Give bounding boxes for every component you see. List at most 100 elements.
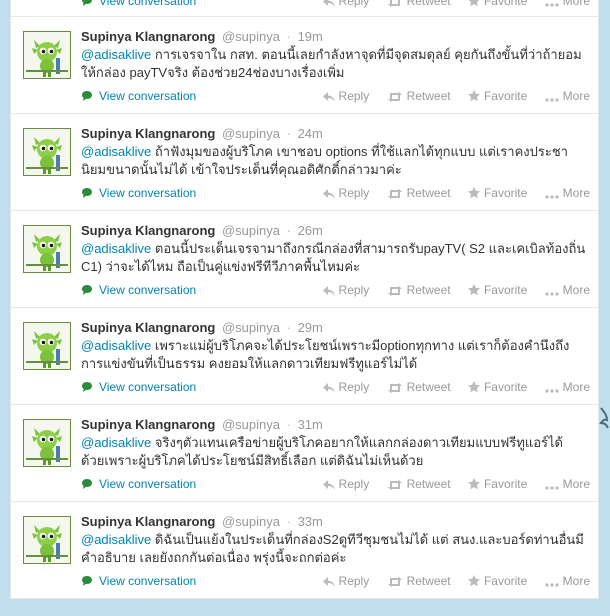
tweet-item[interactable]: Supinya Klangnarong @supinya · 33m @adis… [11,502,598,599]
retweet-action[interactable]: Retweet [387,380,451,394]
tweet-actions: Reply Retweet Favorite More [309,89,590,103]
author-fullname[interactable]: Supinya Klangnarong [81,223,215,238]
view-conversation-link[interactable]: View conversation [81,89,196,103]
mention-link[interactable]: @adisaklive [81,144,151,159]
view-conversation-link[interactable]: View conversation [81,0,196,8]
author-fullname[interactable]: Supinya Klangnarong [81,417,215,432]
tweet-timestamp[interactable]: 33m [298,514,323,529]
favorite-action[interactable]: Favorite [468,0,527,8]
favorite-star-icon [467,284,480,296]
tweet-item[interactable]: Supinya Klangnarong @supinya · 31m @adis… [11,405,598,502]
retweet-action[interactable]: Retweet [387,477,451,491]
mention-link[interactable]: @adisaklive [81,532,151,547]
separator-dot: · [286,223,291,238]
more-action[interactable]: More [545,89,590,103]
tweet-actions: Reply Retweet Favorite More [309,477,590,491]
more-action[interactable]: More [545,477,590,491]
author-fullname[interactable]: Supinya Klangnarong [81,29,215,44]
reply-action[interactable]: Reply [322,186,369,200]
retweet-action[interactable]: Retweet [387,283,451,297]
tweet-item[interactable]: Supinya Klangnarong @supinya · 26m @adis… [11,211,598,308]
author-username[interactable]: @supinya [222,29,280,44]
avatar[interactable] [23,419,71,467]
tweet-timestamp[interactable]: 31m [298,417,323,432]
tweet-item[interactable]: Supinya Klangnarong @supinya · 19m @adis… [11,17,598,114]
tweet-timestamp[interactable]: 29m [298,320,323,335]
mention-link[interactable]: @adisaklive [81,241,151,256]
avatar[interactable] [23,516,71,564]
mention-link[interactable]: @adisaklive [81,47,151,62]
author-username[interactable]: @supinya [222,126,280,141]
retweet-action[interactable]: Retweet [387,0,451,8]
reply-action[interactable]: Reply [322,283,369,297]
author-fullname[interactable]: Supinya Klangnarong [81,320,215,335]
view-conversation-link[interactable]: View conversation [81,574,196,588]
reply-action[interactable]: Reply [322,0,369,8]
tweet-text: @adisaklive ดิฉันเป็นแย้งในประเด็นที่กล่… [81,531,586,567]
favorite-action[interactable]: Favorite [467,89,527,103]
avatar[interactable] [23,128,71,176]
favorite-action[interactable]: Favorite [467,283,527,297]
view-conversation-link[interactable]: View conversation [81,283,196,297]
favorite-action[interactable]: Favorite [467,186,527,200]
separator-dot: · [286,320,291,335]
reply-icon [322,92,335,102]
chat-bubble-icon [82,188,92,198]
mascot-avatar-icon [24,129,70,175]
more-dots-icon [545,486,559,490]
mention-link[interactable]: @adisaklive [81,338,151,353]
favorite-star-icon [467,187,480,199]
favorite-star-icon [467,478,480,490]
favorite-action[interactable]: Favorite [467,477,527,491]
more-action[interactable]: More [545,0,590,8]
tweet-header: Supinya Klangnarong @supinya · 24m [81,126,323,141]
favorite-star-icon [467,90,480,102]
view-conversation-link[interactable]: View conversation [81,186,196,200]
author-username[interactable]: @supinya [222,514,280,529]
retweet-action[interactable]: Retweet [387,89,451,103]
mascot-avatar-icon [24,517,70,563]
retweet-icon [387,189,402,199]
favorite-star-icon [467,575,480,587]
tweet-text: @adisaklive ถ้าฟังมุมของผู้บริโภค เขาชอบ… [81,143,586,179]
retweet-icon [387,577,402,587]
avatar[interactable] [23,31,71,79]
reply-action[interactable]: Reply [322,477,369,491]
view-conversation-link[interactable]: View conversation [81,477,196,491]
author-username[interactable]: @supinya [222,320,280,335]
tweet-body: ตอนนี้ประเด็นเจรจามาถึงกรณีกล่องที่สามาร… [81,241,586,274]
tweet-item[interactable]: Supinya Klangnarong @supinya · 29m @adis… [11,308,598,405]
retweet-action[interactable]: Retweet [387,186,451,200]
mention-link[interactable]: @adisaklive [81,435,151,450]
reply-icon [322,383,335,393]
tweet-header: Supinya Klangnarong @supinya · 29m [81,320,323,335]
tweet-timeline: View conversation Reply Retweet Favorite… [10,0,599,599]
favorite-action[interactable]: Favorite [467,574,527,588]
reply-action[interactable]: Reply [322,380,369,394]
tweet-text: @adisaklive เพราะแม่ผู้บริโภคจะได้ประโยช… [81,337,586,373]
tweet-timestamp[interactable]: 19m [298,29,323,44]
avatar[interactable] [23,225,71,273]
author-username[interactable]: @supinya [222,223,280,238]
more-action[interactable]: More [545,574,590,588]
tweet-list: Supinya Klangnarong @supinya · 19m @adis… [11,17,598,599]
author-username[interactable]: @supinya [222,417,280,432]
tweet-timestamp[interactable]: 26m [298,223,323,238]
reply-action[interactable]: Reply [322,574,369,588]
view-conversation-link[interactable]: View conversation [81,380,196,394]
tweet-body: การเจรจาใน กสท. ตอนนี้เลยกำลังหาจุดที่มี… [81,47,582,80]
retweet-action[interactable]: Retweet [387,574,451,588]
more-action[interactable]: More [545,186,590,200]
tweet-timestamp[interactable]: 24m [298,126,323,141]
more-action[interactable]: More [545,283,590,297]
reply-icon [322,189,335,199]
tweet-body: ถ้าฟังมุมของผู้บริโภค เขาชอบ options ที่… [81,144,568,177]
author-fullname[interactable]: Supinya Klangnarong [81,126,215,141]
more-action[interactable]: More [545,380,590,394]
favorite-action[interactable]: Favorite [467,380,527,394]
author-fullname[interactable]: Supinya Klangnarong [81,514,215,529]
tweet-item[interactable]: Supinya Klangnarong @supinya · 24m @adis… [11,114,598,211]
tweet-header: Supinya Klangnarong @supinya · 19m [81,29,323,44]
reply-action[interactable]: Reply [322,89,369,103]
avatar[interactable] [23,322,71,370]
